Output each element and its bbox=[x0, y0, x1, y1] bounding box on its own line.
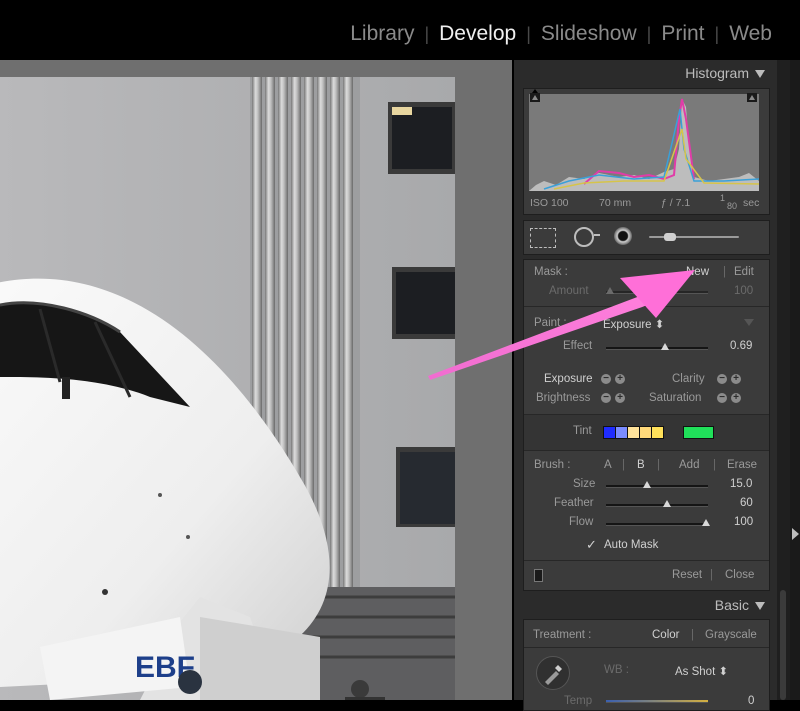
feather-label: Feather bbox=[554, 497, 594, 509]
brush-a-button[interactable]: A bbox=[604, 459, 612, 471]
treatment-label: Treatment : bbox=[533, 629, 592, 641]
flow-label: Flow bbox=[569, 516, 594, 528]
treatment-color-button[interactable]: Color bbox=[652, 629, 679, 641]
feather-slider[interactable] bbox=[606, 504, 708, 507]
exposure-label: Exposure bbox=[544, 373, 593, 385]
amount-value: 100 bbox=[734, 285, 754, 297]
aperture-readout: ƒ / 7.1 bbox=[661, 197, 691, 209]
adjustment-brush-icon[interactable] bbox=[649, 236, 739, 238]
temp-slider[interactable] bbox=[606, 700, 708, 703]
saturation-minus-icon[interactable]: − bbox=[717, 393, 727, 403]
module-web[interactable]: Web bbox=[719, 22, 782, 46]
collapse-triangle-icon bbox=[755, 602, 765, 611]
panel-switch-icon[interactable] bbox=[534, 569, 543, 582]
collapse-triangle-icon[interactable] bbox=[744, 319, 754, 326]
size-label: Size bbox=[573, 478, 596, 490]
exposure-plus-icon[interactable]: + bbox=[615, 374, 625, 384]
effect-slider[interactable] bbox=[606, 347, 708, 350]
red-eye-icon[interactable] bbox=[614, 227, 632, 245]
mask-new-button[interactable]: New bbox=[686, 266, 709, 278]
crop-overlay-icon[interactable] bbox=[530, 228, 556, 248]
amount-label: Amount bbox=[549, 285, 589, 297]
amount-slider[interactable] bbox=[606, 291, 708, 294]
flow-slider-knob[interactable] bbox=[701, 519, 710, 526]
flow-slider[interactable] bbox=[606, 523, 708, 526]
tint-label: Tint bbox=[573, 425, 592, 437]
mask-edit-button[interactable]: Edit bbox=[734, 266, 754, 278]
basic-panel: Treatment : Color | Grayscale WB : As Sh… bbox=[523, 619, 770, 711]
panel-toggle-arrow-icon[interactable] bbox=[792, 528, 799, 540]
brush-add-button[interactable]: Add bbox=[679, 459, 699, 471]
photo[interactable]: EBF bbox=[0, 77, 455, 700]
spot-removal-icon[interactable] bbox=[574, 227, 594, 247]
clarity-minus-icon[interactable]: − bbox=[717, 374, 727, 384]
paint-effect-select[interactable]: Exposure ⬍ bbox=[603, 317, 664, 331]
paint-label: Paint : bbox=[534, 317, 567, 329]
photo-canvas[interactable]: EBF bbox=[0, 60, 512, 700]
brightness-plus-icon[interactable]: + bbox=[615, 393, 625, 403]
effect-label: Effect bbox=[563, 340, 593, 352]
tool-strip bbox=[523, 220, 770, 255]
clarity-label: Clarity bbox=[672, 373, 705, 385]
automask-label: Auto Mask bbox=[604, 539, 659, 551]
effect-slider-knob[interactable] bbox=[661, 343, 670, 350]
close-button[interactable]: Close bbox=[725, 569, 754, 581]
brightness-minus-icon[interactable]: − bbox=[601, 393, 611, 403]
tint-row: Tint bbox=[524, 415, 769, 450]
temp-value: 0 bbox=[748, 695, 755, 707]
exposure-minus-icon[interactable]: − bbox=[601, 374, 611, 384]
size-value: 15.0 bbox=[730, 478, 753, 490]
flow-value: 100 bbox=[734, 516, 754, 528]
wb-selector-eyedropper-icon[interactable] bbox=[536, 656, 570, 690]
right-panel-edge bbox=[790, 60, 800, 700]
histogram-box[interactable]: ISO 100 70 mm ƒ / 7.1 1 80 sec bbox=[523, 88, 770, 215]
shutter-numerator: 1 bbox=[720, 193, 726, 203]
feather-slider-knob[interactable] bbox=[663, 500, 672, 507]
mask-label: Mask : bbox=[534, 266, 568, 278]
temp-label: Temp bbox=[564, 695, 593, 707]
feather-value: 60 bbox=[740, 497, 753, 509]
brush-label: Brush : bbox=[534, 459, 571, 471]
saturation-label: Saturation bbox=[649, 392, 702, 404]
focal-length-readout: 70 mm bbox=[599, 197, 632, 209]
brush-erase-button[interactable]: Erase bbox=[727, 459, 757, 471]
adjustment-brush-panel: Mask : New | Edit Amount 100 Paint : Exp… bbox=[523, 259, 770, 591]
basic-panel-header[interactable]: Basic bbox=[715, 597, 765, 613]
shutter-denominator: 80 bbox=[727, 201, 738, 211]
right-panel-scrollbar[interactable] bbox=[777, 60, 790, 700]
develop-right-panel: Histogram ISO 100 70 mm ƒ / 7.1 1 80 sec bbox=[514, 60, 777, 711]
module-picker: Library | Develop | Slideshow | Print | … bbox=[0, 0, 800, 60]
reset-button[interactable]: Reset bbox=[672, 569, 702, 581]
histogram-chart bbox=[529, 89, 760, 191]
tint-swatch[interactable] bbox=[651, 426, 664, 439]
iso-readout: ISO 100 bbox=[530, 197, 569, 209]
photo-image: EBF bbox=[0, 77, 455, 700]
module-list: Library | Develop | Slideshow | Print | … bbox=[340, 22, 782, 46]
brightness-label: Brightness bbox=[536, 392, 591, 404]
module-library[interactable]: Library bbox=[340, 22, 424, 46]
wb-label: WB : bbox=[604, 664, 629, 676]
module-print[interactable]: Print bbox=[651, 22, 714, 46]
brush-b-button[interactable]: B bbox=[637, 459, 645, 471]
saturation-plus-icon[interactable]: + bbox=[731, 393, 741, 403]
histogram-panel-header[interactable]: Histogram bbox=[685, 65, 765, 81]
treatment-grayscale-button[interactable]: Grayscale bbox=[705, 629, 757, 641]
collapse-triangle-icon bbox=[755, 70, 765, 79]
automask-checkbox[interactable]: ✓ bbox=[586, 537, 597, 553]
wb-select[interactable]: As Shot ⬍ bbox=[675, 664, 728, 678]
size-slider-knob[interactable] bbox=[642, 481, 651, 488]
module-slideshow[interactable]: Slideshow bbox=[531, 22, 647, 46]
shutter-unit: sec bbox=[743, 197, 760, 209]
module-develop[interactable]: Develop bbox=[429, 22, 526, 46]
size-slider[interactable] bbox=[606, 485, 708, 488]
scrollbar-thumb[interactable] bbox=[780, 590, 786, 700]
clarity-plus-icon[interactable]: + bbox=[731, 374, 741, 384]
effect-value: 0.69 bbox=[730, 340, 753, 352]
tint-swatch[interactable] bbox=[683, 426, 714, 439]
